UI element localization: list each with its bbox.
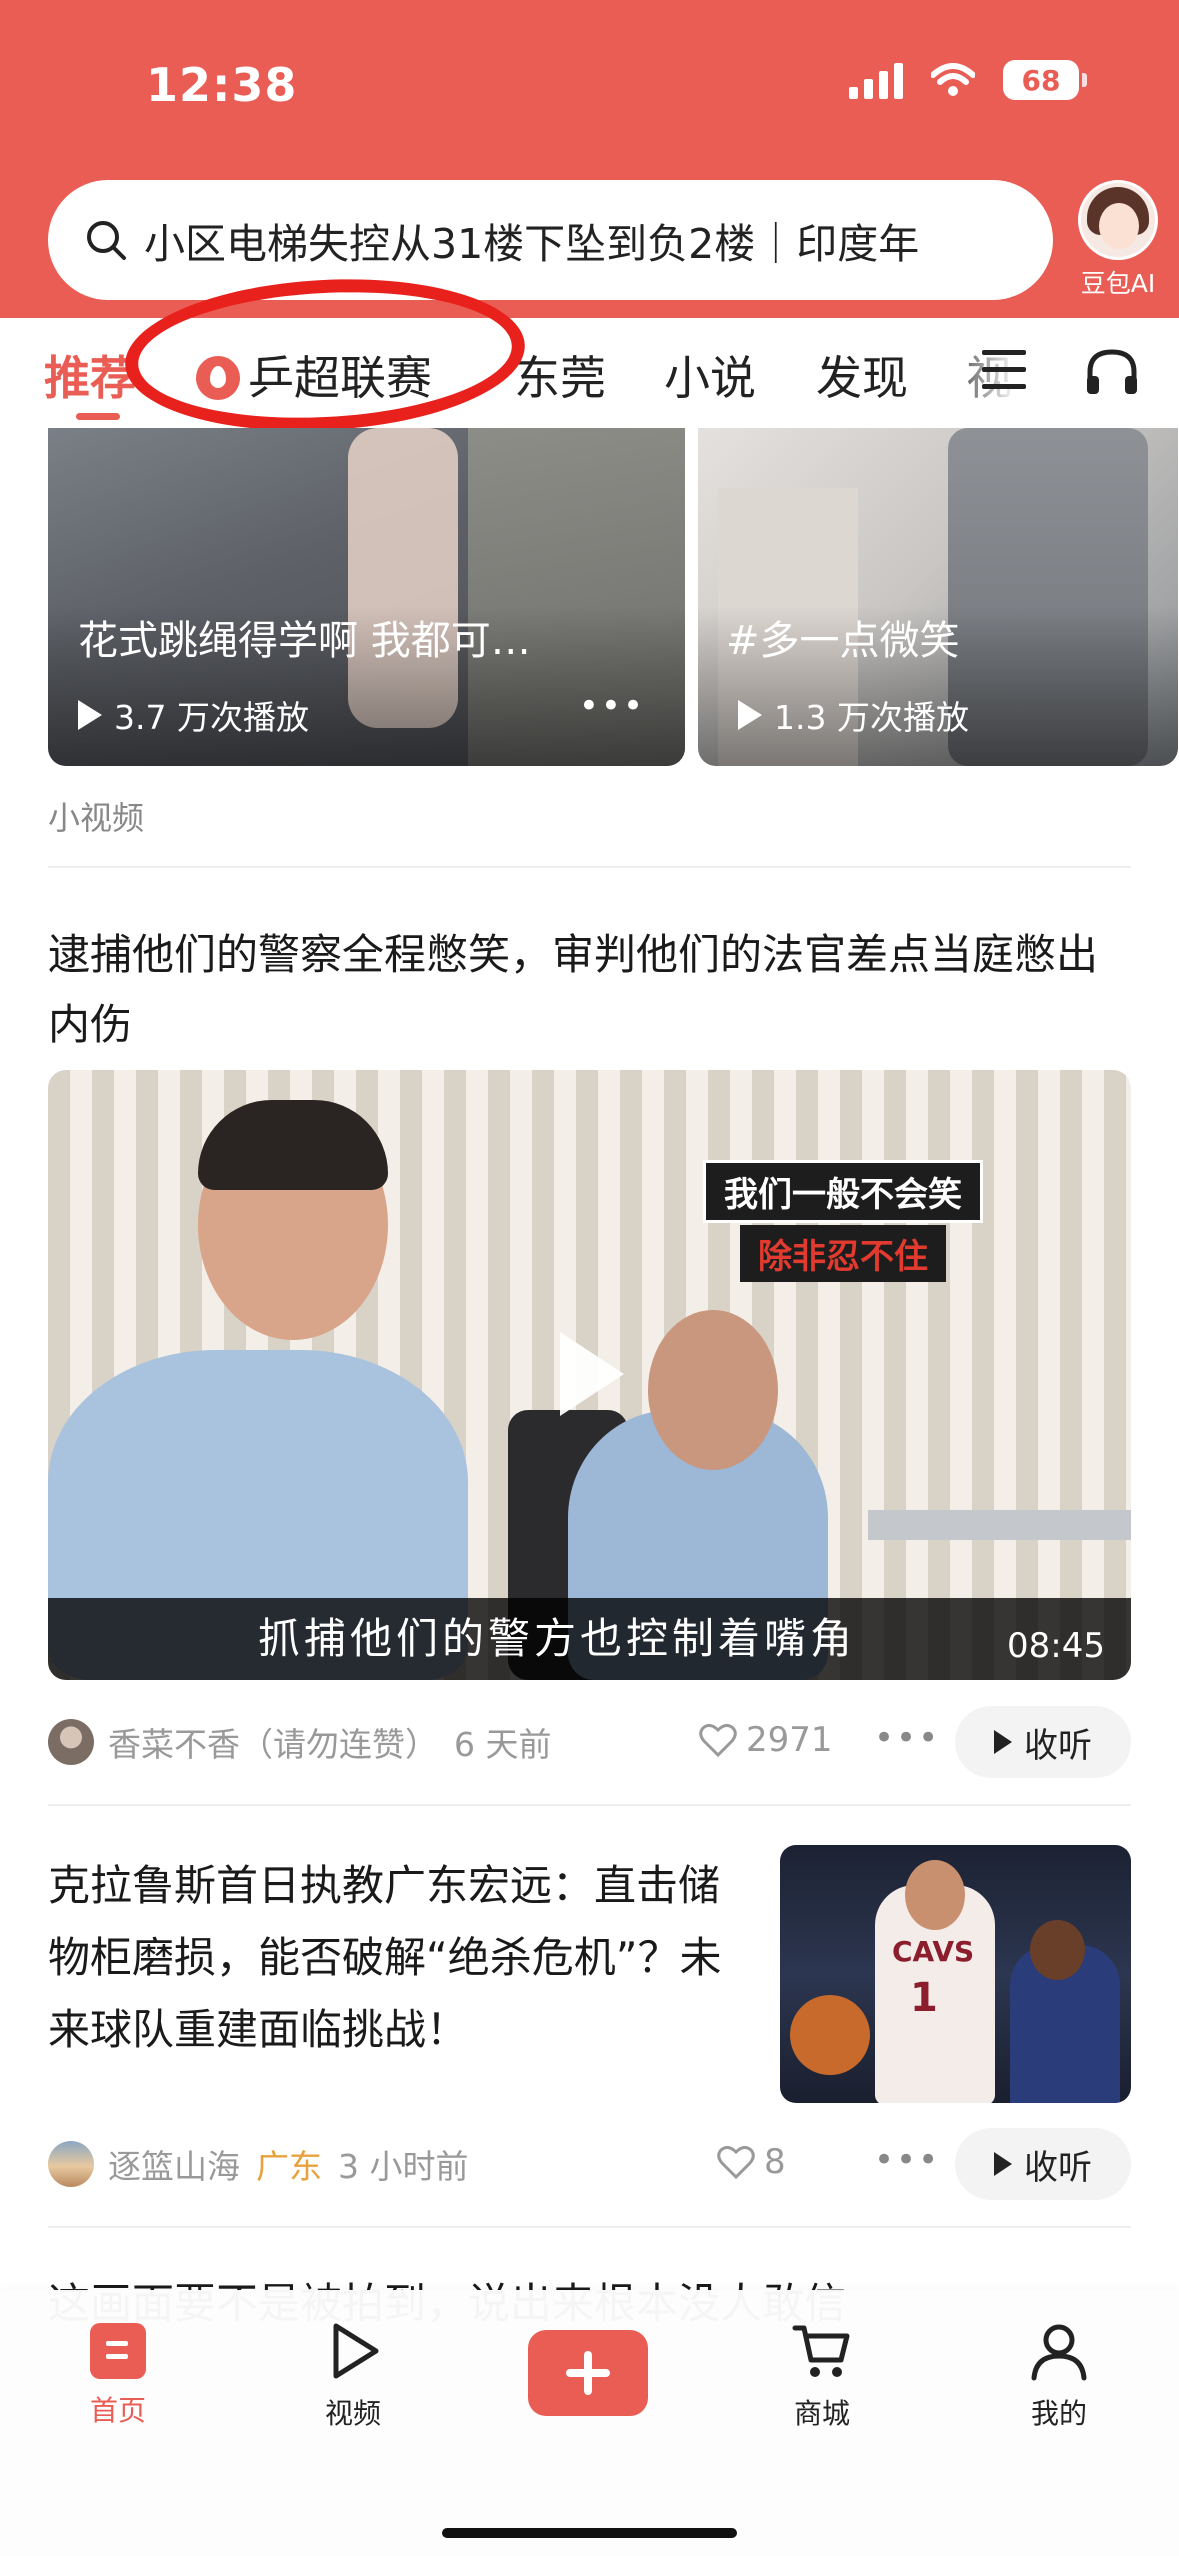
listen-button[interactable]: 收听 xyxy=(955,2128,1131,2200)
listen-label: 收听 xyxy=(1024,2147,1092,2188)
status-time: 12:38 xyxy=(146,58,298,112)
active-tab-indicator xyxy=(76,413,120,420)
short-video-title: 花式跳绳得学啊 我都可… xyxy=(78,618,531,664)
short-video-card[interactable]: 花式跳绳得学啊 我都可… 3.7 万次播放 ••• xyxy=(48,428,685,766)
avatar[interactable] xyxy=(48,1719,94,1765)
play-count: 3.7 万次播放 xyxy=(78,691,309,739)
nav-home[interactable]: 首页 xyxy=(48,2320,188,2429)
battery-icon: 68 xyxy=(1003,60,1087,100)
article-title[interactable]: 克拉鲁斯首日执教广东宏远：直击储物柜磨损，能否破解“绝杀危机”？未来球队重建面临… xyxy=(48,1850,738,2066)
like-button[interactable]: 2971 xyxy=(698,1720,833,1760)
nav-label: 我的 xyxy=(1030,2397,1087,2430)
like-count: 2971 xyxy=(746,1720,833,1760)
caption-line: 除非忍不住 xyxy=(740,1225,946,1282)
tab-novel[interactable]: 小说 xyxy=(664,342,756,408)
play-count-text: 3.7 万次播放 xyxy=(114,698,309,737)
more-icon[interactable]: ••• xyxy=(579,686,645,726)
home-icon xyxy=(90,2323,146,2379)
top-header: 12:38 68 小区电梯失控从31楼下坠到负2楼｜印度年 豆包AI xyxy=(0,0,1179,318)
cart-icon xyxy=(792,2325,850,2377)
listen-button[interactable]: 收听 xyxy=(955,1706,1131,1778)
caption-line: 我们一般不会笑 xyxy=(703,1160,983,1223)
play-icon xyxy=(994,2152,1012,2176)
play-count-text: 1.3 万次播放 xyxy=(774,698,969,737)
article-meta: 香菜不香（请勿连赞） 6 天前 2971 ••• 收听 xyxy=(48,1706,1131,1778)
video-caption-overlay: 我们一般不会笑 除非忍不住 xyxy=(703,1160,983,1282)
article-meta: 逐篮山海 广东 3 小时前 8 ••• 收听 xyxy=(48,2128,1131,2200)
tab-dongguan[interactable]: 东莞 xyxy=(514,342,606,408)
avatar[interactable] xyxy=(48,2141,94,2187)
doubao-avatar-icon xyxy=(1078,180,1158,260)
signal-icon xyxy=(849,61,903,99)
like-count: 8 xyxy=(764,2142,786,2182)
divider xyxy=(48,2226,1131,2228)
jersey-text: CAVS xyxy=(892,1935,975,1968)
play-icon xyxy=(738,700,762,730)
divider xyxy=(48,866,1131,868)
play-count: 1.3 万次播放 xyxy=(738,691,969,739)
publish-time: 6 天前 xyxy=(454,1725,552,1764)
menu-icon[interactable] xyxy=(980,348,1028,392)
author-name[interactable]: 逐篮山海 xyxy=(108,2140,240,2188)
nav-profile[interactable]: 我的 xyxy=(989,2320,1129,2432)
short-video-title: #多一点微笑 xyxy=(726,618,960,664)
heart-icon xyxy=(699,1723,737,1758)
more-icon[interactable]: ••• xyxy=(874,1718,940,1758)
bottom-navigation: 首页 视频 商城 我的 xyxy=(0,2290,1179,2556)
tab-recommend[interactable]: 推荐 xyxy=(44,342,136,408)
play-icon xyxy=(994,1730,1012,1754)
video-thumbnail[interactable]: 我们一般不会笑 除非忍不住 抓捕他们的警方也控制着嘴角 08:45 xyxy=(48,1070,1131,1680)
doubao-label: 豆包AI xyxy=(1080,269,1156,298)
nav-label: 商城 xyxy=(793,2397,850,2430)
video-duration: 08:45 xyxy=(1007,1626,1105,1666)
section-label: 小视频 xyxy=(48,799,145,837)
article-thumbnail[interactable]: CAVS 1 xyxy=(780,1845,1131,2103)
short-video-card[interactable]: #多一点微笑 1.3 万次播放 xyxy=(698,428,1178,766)
wifi-icon xyxy=(931,63,975,96)
nav-label: 视频 xyxy=(324,2397,381,2430)
heart-icon xyxy=(717,2145,755,2180)
play-icon[interactable] xyxy=(560,1332,624,1416)
play-icon xyxy=(78,700,102,730)
divider xyxy=(48,1804,1131,1806)
search-query: 小区电梯失控从31楼下坠到负2楼｜印度年 xyxy=(144,220,920,268)
article-title[interactable]: 逮捕他们的警察全程憋笑，审判他们的法官差点当庭憋出内伤 xyxy=(48,920,1131,1060)
location-tag: 广东 xyxy=(256,2147,322,2186)
nav-video[interactable]: 视频 xyxy=(283,2320,423,2432)
doubao-ai-button[interactable]: 豆包AI xyxy=(1068,180,1168,300)
home-indicator xyxy=(442,2528,737,2538)
nav-mall[interactable]: 商城 xyxy=(752,2320,892,2432)
search-input[interactable]: 小区电梯失控从31楼下坠到负2楼｜印度年 xyxy=(48,180,1053,300)
jersey-number: 1 xyxy=(910,1975,938,2021)
play-icon xyxy=(333,2323,379,2379)
video-subtitle: 抓捕他们的警方也控制着嘴角 xyxy=(258,1614,857,1663)
nav-label: 首页 xyxy=(89,2394,146,2427)
search-icon xyxy=(87,221,126,260)
tab-discover[interactable]: 发现 xyxy=(816,342,908,408)
publish-plus-button[interactable] xyxy=(528,2330,648,2416)
listen-label: 收听 xyxy=(1024,1725,1092,1766)
more-icon[interactable]: ••• xyxy=(874,2140,940,2180)
status-icons: 68 xyxy=(849,60,1087,100)
user-icon xyxy=(1031,2324,1087,2381)
headphones-icon[interactable] xyxy=(1084,346,1140,398)
publish-time: 3 小时前 xyxy=(338,2147,469,2186)
author-name[interactable]: 香菜不香（请勿连赞） xyxy=(108,1718,438,1766)
like-button[interactable]: 8 xyxy=(716,2142,786,2182)
